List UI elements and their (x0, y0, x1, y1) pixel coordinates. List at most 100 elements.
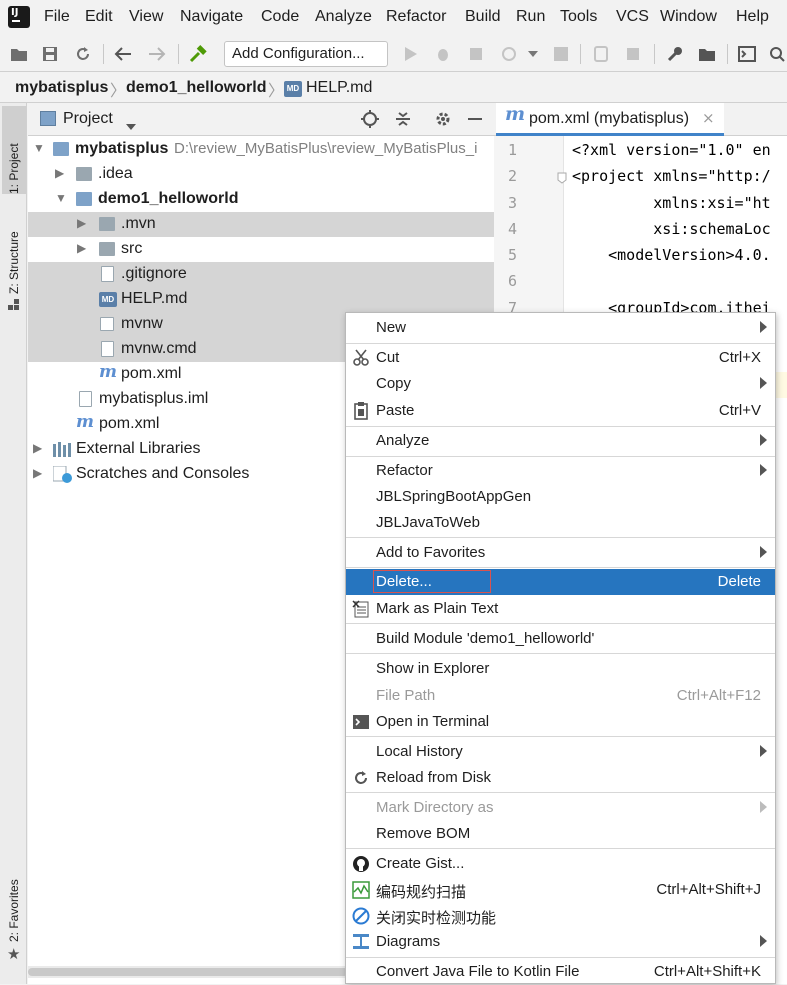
tree-item-demo1-helloworld[interactable]: ▼ demo1_helloworld (28, 187, 494, 212)
stop-icon[interactable] (552, 45, 570, 63)
menu-item-paste[interactable]: Paste Ctrl+V (346, 398, 775, 424)
menu-item-refactor[interactable]: Refactor (346, 458, 775, 484)
menu-item-diagrams[interactable]: Diagrams (346, 929, 775, 955)
maven-icon: m (76, 412, 94, 432)
menu-item-remove-bom[interactable]: Remove BOM (346, 821, 775, 847)
main-toolbar: Add Configuration... (0, 36, 787, 72)
device-icon[interactable] (592, 45, 610, 63)
menu-refactor[interactable]: Refactor (386, 8, 446, 26)
tab-favorites[interactable]: 2: Favorites (2, 860, 26, 942)
chevron-right-icon[interactable]: ▶ (55, 166, 64, 180)
code-line: <modelVersion>4.0. (572, 246, 771, 264)
menu-file[interactable]: File (44, 8, 70, 26)
sdk-icon[interactable] (624, 45, 642, 63)
wrench-icon[interactable] (666, 45, 684, 63)
menu-item-copy[interactable]: Copy (346, 371, 775, 397)
editor-tab-pom[interactable]: m pom.xml (mybatisplus) × (496, 103, 724, 136)
plain-text-icon (352, 600, 370, 618)
menu-help[interactable]: Help (736, 8, 769, 26)
breadcrumb-item[interactable]: HELP.md (306, 79, 372, 97)
menu-item-create-gist[interactable]: Create Gist... (346, 851, 775, 877)
menu-item-show-in-explorer[interactable]: Show in Explorer (346, 656, 775, 682)
add-configuration-button[interactable]: Add Configuration... (224, 41, 388, 67)
menu-code[interactable]: Code (261, 8, 299, 26)
menu-item-local-history[interactable]: Local History (346, 739, 775, 765)
menu-item-mark-plain-text[interactable]: Mark as Plain Text (346, 596, 775, 622)
save-icon[interactable] (41, 45, 59, 63)
menu-item-delete[interactable]: Delete... Delete (346, 569, 775, 595)
line-number: 3 (508, 194, 518, 212)
open-folder-icon[interactable] (10, 45, 28, 63)
menu-tools[interactable]: Tools (560, 8, 597, 26)
menu-vcs[interactable]: VCS (616, 8, 649, 26)
clipboard-icon (352, 402, 370, 420)
minimize-icon[interactable] (468, 118, 482, 120)
fold-marker-icon[interactable] (557, 170, 567, 184)
tree-item-src[interactable]: ▶ src (28, 237, 494, 262)
menu-item-cut[interactable]: Cut Ctrl+X (346, 345, 775, 371)
chevron-right-icon[interactable]: ▶ (77, 241, 86, 255)
chevron-right-icon[interactable]: ▶ (33, 441, 42, 455)
panel-title[interactable]: Project (63, 110, 113, 128)
breadcrumb-item[interactable]: mybatisplus (15, 79, 108, 97)
tree-item-idea[interactable]: ▶ .idea (28, 162, 494, 187)
tree-item-mvn[interactable]: ▶ .mvn (28, 212, 494, 237)
chevron-right-icon[interactable]: ▶ (77, 216, 86, 230)
back-arrow-icon[interactable] (114, 45, 132, 63)
menu-view[interactable]: View (129, 8, 163, 26)
submenu-arrow-icon (760, 546, 767, 558)
disable-icon (352, 907, 370, 925)
chevron-down-icon[interactable]: ▼ (55, 191, 67, 205)
search-icon[interactable] (768, 45, 786, 63)
menu-item-convert-to-kotlin[interactable]: Convert Java File to Kotlin File Ctrl+Alt… (346, 959, 775, 985)
tree-item-mybatisplus[interactable]: ▼ mybatisplus D:\review_MyBatisPlus\revi… (28, 137, 494, 162)
menu-item-new[interactable]: New (346, 315, 775, 341)
chevron-down-icon[interactable] (126, 116, 136, 134)
tab-project[interactable]: 1: Project (2, 106, 26, 194)
menu-window[interactable]: Window (660, 8, 717, 26)
coverage-icon[interactable] (467, 45, 485, 63)
scissors-icon (352, 349, 370, 367)
menu-item-jbl-javatoweb[interactable]: JBLJavaToWeb (346, 510, 775, 536)
terminal-toolbar-icon[interactable] (738, 45, 756, 63)
run-icon[interactable] (402, 45, 420, 63)
project-panel-header: Project (28, 103, 494, 136)
tab-structure[interactable]: Z: Structure (2, 214, 26, 294)
code-line: xsi:schemaLoc (572, 220, 771, 238)
library-icon (53, 442, 71, 462)
project-structure-icon[interactable] (698, 45, 716, 63)
caret-line-highlight (776, 372, 787, 398)
tree-item-gitignore[interactable]: .gitignore (28, 262, 494, 287)
menu-item-build-module[interactable]: Build Module 'demo1_helloworld' (346, 626, 775, 652)
sync-icon[interactable] (74, 45, 92, 63)
chevron-down-icon[interactable]: ▼ (33, 141, 45, 155)
build-hammer-icon[interactable] (189, 45, 207, 63)
locate-icon[interactable] (361, 110, 379, 132)
forward-arrow-icon[interactable] (148, 45, 166, 63)
menu-build[interactable]: Build (465, 8, 501, 26)
script-file-icon (100, 317, 114, 331)
menu-item-disable-realtime-check[interactable]: 关闭实时检测功能 (346, 903, 775, 929)
tree-item-help-md[interactable]: MD HELP.md (28, 287, 494, 312)
menu-item-add-to-favorites[interactable]: Add to Favorites (346, 540, 775, 566)
menu-item-analyze[interactable]: Analyze (346, 428, 775, 454)
gear-icon[interactable] (434, 110, 452, 132)
menu-analyze[interactable]: Analyze (315, 8, 372, 26)
line-number: 5 (508, 246, 518, 264)
breadcrumb-item[interactable]: demo1_helloworld (126, 79, 266, 97)
menu-edit[interactable]: Edit (85, 8, 113, 26)
menu-navigate[interactable]: Navigate (180, 8, 243, 26)
chevron-down-icon[interactable] (524, 45, 542, 63)
debug-icon[interactable] (434, 45, 452, 63)
close-icon[interactable]: × (702, 109, 715, 127)
menu-item-open-in-terminal[interactable]: Open in Terminal (346, 709, 775, 735)
collapse-all-icon[interactable] (394, 110, 412, 132)
chevron-right-icon[interactable]: ▶ (33, 466, 42, 480)
submenu-arrow-icon (760, 377, 767, 389)
menu-run[interactable]: Run (516, 8, 545, 26)
profile-icon[interactable] (500, 45, 518, 63)
menu-item-code-scan[interactable]: 编码规约扫描 Ctrl+Alt+Shift+J (346, 877, 775, 903)
menu-item-jbl-springboot[interactable]: JBLSpringBootAppGen (346, 484, 775, 510)
menu-item-reload-from-disk[interactable]: Reload from Disk (346, 765, 775, 791)
ignore-file-icon (101, 266, 114, 282)
